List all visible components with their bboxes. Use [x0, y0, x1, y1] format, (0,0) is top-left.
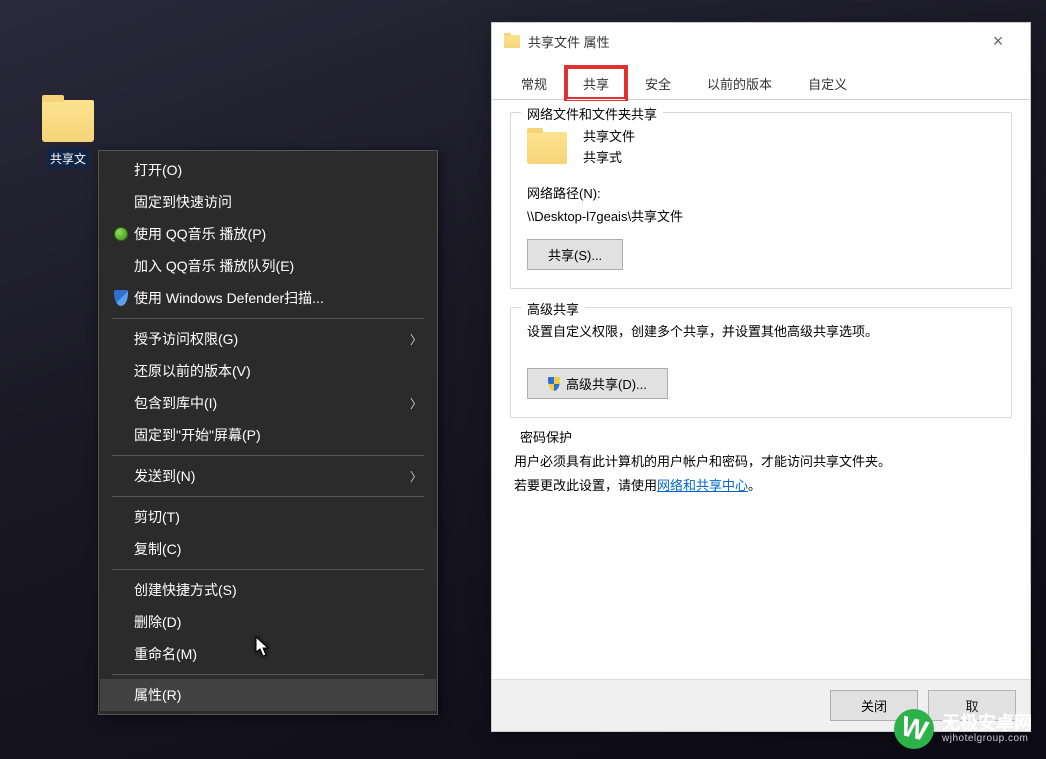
- group-legend: 密码保护: [514, 427, 578, 446]
- menu-separator: [112, 318, 424, 319]
- network-path-value: \\Desktop-l7geais\共享文件: [527, 206, 995, 225]
- menu-item[interactable]: 删除(D): [100, 606, 436, 638]
- close-button[interactable]: ×: [978, 31, 1018, 52]
- folder-icon: [504, 35, 520, 48]
- menu-item[interactable]: 打开(O): [100, 154, 436, 186]
- group-legend: 网络文件和文件夹共享: [521, 104, 663, 123]
- menu-item-label: 包含到库中(I): [132, 393, 410, 413]
- watermark-title: 无极安卓网: [942, 714, 1032, 734]
- menu-item[interactable]: 重命名(M): [100, 638, 436, 670]
- desktop-icon-label: 共享文: [47, 148, 89, 169]
- shield-icon: [110, 290, 132, 306]
- tab-general[interactable]: 常规: [504, 67, 564, 99]
- menu-item[interactable]: 还原以前的版本(V): [100, 355, 436, 387]
- menu-item[interactable]: 发送到(N)〉: [100, 460, 436, 492]
- menu-item-label: 还原以前的版本(V): [132, 361, 422, 381]
- menu-item[interactable]: 创建快捷方式(S): [100, 574, 436, 606]
- qq-icon: [110, 227, 132, 241]
- menu-item[interactable]: 复制(C): [100, 533, 436, 565]
- menu-item-label: 剪切(T): [132, 507, 422, 527]
- share-button-label: 共享(S)...: [548, 245, 602, 264]
- menu-item[interactable]: 授予访问权限(G)〉: [100, 323, 436, 355]
- watermark-subtitle: wjhotelgroup.com: [942, 733, 1032, 744]
- advanced-desc: 设置自定义权限，创建多个共享，并设置其他高级共享选项。: [527, 322, 995, 343]
- tab-bar: 常规 共享 安全 以前的版本 自定义: [492, 59, 1030, 100]
- password-desc-line2: 若要更改此设置，请使用网络和共享中心。: [514, 474, 1008, 497]
- menu-item[interactable]: 使用 Windows Defender扫描...: [100, 282, 436, 314]
- menu-separator: [112, 674, 424, 675]
- menu-item-label: 创建快捷方式(S): [132, 580, 422, 600]
- share-name: 共享文件: [583, 127, 635, 148]
- chevron-right-icon: 〉: [410, 331, 422, 348]
- tab-security[interactable]: 安全: [628, 67, 688, 99]
- menu-item-label: 使用 Windows Defender扫描...: [132, 288, 422, 308]
- desktop-folder-icon[interactable]: 共享文: [38, 100, 98, 169]
- menu-item-label: 使用 QQ音乐 播放(P): [132, 224, 422, 244]
- watermark-logo-icon: W: [894, 709, 934, 749]
- close-button-label: 关闭: [861, 696, 887, 715]
- tab-share[interactable]: 共享: [566, 67, 626, 99]
- menu-item-label: 重命名(M): [132, 644, 422, 664]
- menu-separator: [112, 569, 424, 570]
- share-button[interactable]: 共享(S)...: [527, 239, 623, 270]
- password-text-suffix: 。: [748, 478, 761, 493]
- network-sharing-center-link[interactable]: 网络和共享中心: [657, 478, 748, 493]
- menu-item-label: 属性(R): [132, 685, 422, 705]
- dialog-title: 共享文件 属性: [528, 32, 978, 51]
- tab-previous-versions[interactable]: 以前的版本: [690, 67, 789, 99]
- menu-item-label: 复制(C): [132, 539, 422, 559]
- folder-icon: [527, 132, 567, 164]
- password-desc-line1: 用户必须具有此计算机的用户帐户和密码，才能访问共享文件夹。: [514, 450, 1008, 473]
- password-protect-group: 密码保护 用户必须具有此计算机的用户帐户和密码，才能访问共享文件夹。 若要更改此…: [510, 436, 1012, 529]
- context-menu: 打开(O) 固定到快速访问使用 QQ音乐 播放(P) 加入 QQ音乐 播放队列(E)…: [98, 150, 438, 715]
- menu-item-label: 固定到"开始"屏幕(P): [132, 425, 422, 445]
- menu-item[interactable]: 加入 QQ音乐 播放队列(E): [100, 250, 436, 282]
- dialog-titlebar: 共享文件 属性 ×: [492, 23, 1030, 59]
- chevron-right-icon: 〉: [410, 468, 422, 485]
- chevron-right-icon: 〉: [410, 395, 422, 412]
- dialog-body: 网络文件和文件夹共享 共享文件 共享式 网络路径(N): \\Desktop-l…: [492, 100, 1030, 559]
- advanced-share-button-label: 高级共享(D)...: [566, 374, 647, 393]
- group-legend: 高级共享: [521, 299, 585, 318]
- menu-item[interactable]: 属性(R): [100, 679, 436, 711]
- menu-item-label: 授予访问权限(G): [132, 329, 410, 349]
- menu-separator: [112, 496, 424, 497]
- properties-dialog: 共享文件 属性 × 常规 共享 安全 以前的版本 自定义 网络文件和文件夹共享 …: [491, 22, 1031, 732]
- network-share-group: 网络文件和文件夹共享 共享文件 共享式 网络路径(N): \\Desktop-l…: [510, 112, 1012, 289]
- menu-item-label: 打开(O): [132, 160, 422, 180]
- password-text-prefix: 若要更改此设置，请使用: [514, 478, 657, 493]
- menu-item-label: 发送到(N): [132, 466, 410, 486]
- menu-item[interactable]: 使用 QQ音乐 播放(P): [100, 218, 436, 250]
- menu-item[interactable]: 固定到快速访问: [100, 186, 436, 218]
- advanced-share-button[interactable]: 高级共享(D)...: [527, 368, 668, 399]
- menu-item-label: 删除(D): [132, 612, 422, 632]
- share-status: 共享式: [583, 148, 635, 169]
- menu-item[interactable]: 剪切(T): [100, 501, 436, 533]
- watermark: W 无极安卓网 wjhotelgroup.com: [894, 709, 1032, 749]
- menu-separator: [112, 455, 424, 456]
- menu-item[interactable]: 固定到"开始"屏幕(P): [100, 419, 436, 451]
- shield-icon: [548, 377, 560, 391]
- tab-custom[interactable]: 自定义: [791, 67, 864, 99]
- network-path-label: 网络路径(N):: [527, 183, 995, 202]
- folder-icon: [42, 100, 94, 142]
- advanced-share-group: 高级共享 设置自定义权限，创建多个共享，并设置其他高级共享选项。 高级共享(D)…: [510, 307, 1012, 419]
- menu-item-label: 固定到快速访问: [132, 192, 422, 212]
- menu-item-label: 加入 QQ音乐 播放队列(E): [132, 256, 422, 276]
- menu-item[interactable]: 包含到库中(I)〉: [100, 387, 436, 419]
